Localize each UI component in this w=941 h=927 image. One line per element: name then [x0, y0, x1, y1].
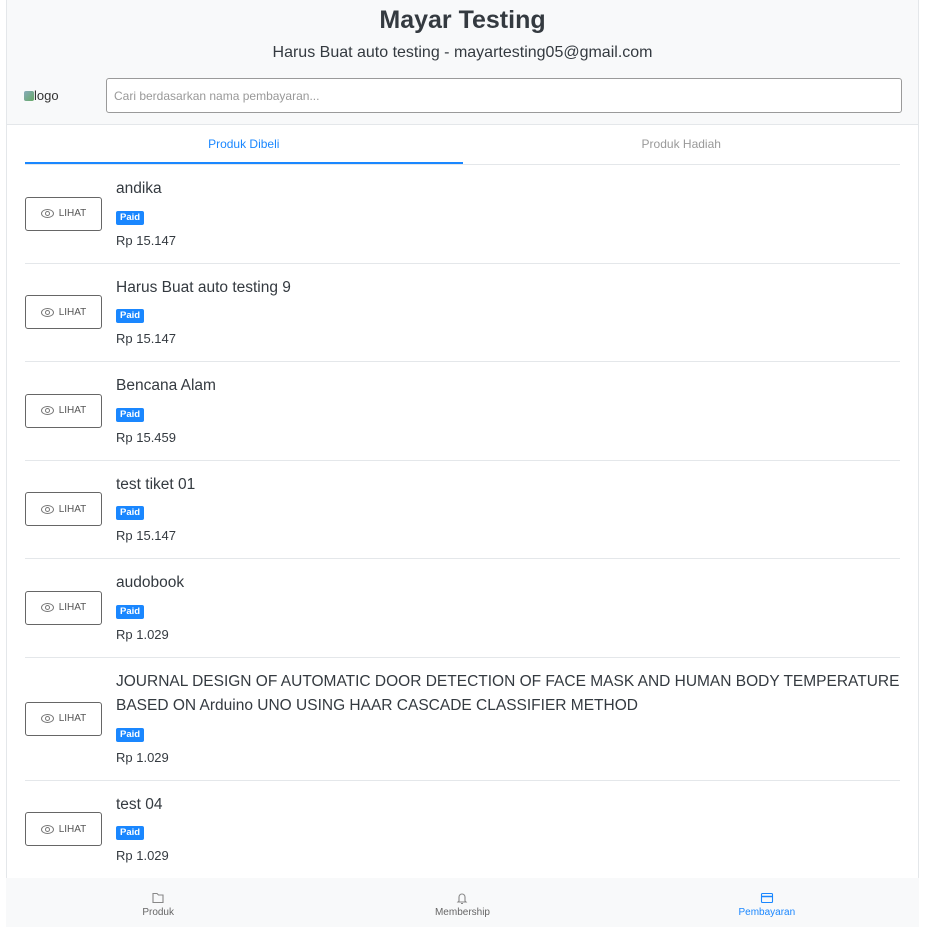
eye-icon — [40, 209, 54, 219]
item-info: test tiket 01 Paid Rp 15.147 — [116, 473, 195, 547]
list-item: LIHAT test tiket 01 Paid Rp 15.147 — [25, 461, 900, 559]
eye-icon — [40, 824, 54, 834]
item-info: test 04 Paid Rp 1.029 — [116, 793, 169, 867]
lihat-button[interactable]: LIHAT — [25, 701, 102, 736]
item-price: Rp 15.147 — [116, 232, 176, 248]
tabs: Produk Dibeli Produk Hadiah — [25, 125, 900, 165]
lihat-button[interactable]: LIHAT — [25, 196, 102, 231]
lihat-button[interactable]: LIHAT — [25, 393, 102, 428]
item-info: Bencana Alam Paid Rp 15.459 — [116, 374, 216, 448]
lihat-label: LIHAT — [58, 405, 87, 417]
logo: logo — [24, 88, 59, 103]
header: Mayar Testing Harus Buat auto testing - … — [7, 0, 918, 125]
eye-icon — [40, 406, 54, 416]
status-badge: Paid — [116, 604, 145, 619]
item-info: Harus Buat auto testing 9 Paid Rp 15.147 — [116, 276, 291, 350]
status-badge: Paid — [116, 826, 145, 840]
nav-membership[interactable]: Membership — [310, 878, 614, 927]
list-item: LIHAT audobook Paid Rp 1.029 — [25, 559, 900, 658]
eye-icon — [40, 307, 54, 317]
item-title: andika — [116, 180, 162, 197]
main-container: Mayar Testing Harus Buat auto testing - … — [6, 0, 919, 878]
credit-card-icon — [760, 892, 773, 904]
lihat-label: LIHAT — [58, 602, 87, 614]
broken-image-icon — [24, 90, 34, 101]
page-title: Mayar Testing — [379, 6, 546, 34]
nav-label: Produk — [142, 907, 174, 918]
status-badge: Paid — [116, 407, 145, 422]
item-title: Harus Buat auto testing 9 — [116, 278, 291, 296]
list-item: LIHAT andika Paid Rp 15.147 — [25, 165, 900, 264]
item-info: JOURNAL DESIGN OF AUTOMATIC DOOR DETECTI… — [116, 670, 900, 768]
lihat-button[interactable]: LIHAT — [25, 492, 102, 527]
item-title: JOURNAL DESIGN OF AUTOMATIC DOOR DETECTI… — [116, 672, 900, 715]
item-title: audobook — [116, 574, 185, 591]
tab-produk-hadiah[interactable]: Produk Hadiah — [463, 125, 901, 164]
lihat-label: LIHAT — [58, 208, 87, 220]
status-badge: Paid — [116, 309, 145, 323]
lihat-label: LIHAT — [58, 503, 87, 515]
item-title: Bencana Alam — [116, 377, 216, 394]
lihat-label: LIHAT — [58, 306, 87, 318]
item-info: andika Paid Rp 15.147 — [116, 177, 176, 251]
lihat-label: LIHAT — [58, 713, 87, 724]
status-badge: Paid — [116, 506, 145, 520]
bell-icon — [457, 893, 468, 905]
item-title: test 04 — [116, 795, 163, 813]
lihat-button[interactable]: LIHAT — [25, 295, 102, 330]
bottom-nav: Produk Membership Pembayaran — [6, 878, 919, 927]
nav-produk[interactable]: Produk — [6, 878, 310, 927]
lihat-button[interactable]: LIHAT — [25, 590, 102, 625]
list-item: LIHAT test 04 Paid Rp 1.029 — [25, 781, 900, 879]
item-price: Rp 1.029 — [116, 626, 169, 642]
lihat-label: LIHAT — [58, 823, 87, 835]
tab-produk-dibeli[interactable]: Produk Dibeli — [25, 125, 463, 164]
logo-alt-text: logo — [34, 88, 59, 103]
list-item: LIHAT Harus Buat auto testing 9 Paid Rp … — [25, 264, 900, 362]
folder-icon — [152, 892, 164, 904]
item-price: Rp 1.029 — [116, 848, 169, 863]
status-badge: Paid — [116, 727, 145, 742]
nav-pembayaran[interactable]: Pembayaran — [615, 878, 919, 927]
eye-icon — [40, 603, 54, 613]
lihat-button[interactable]: LIHAT — [25, 812, 102, 847]
item-title: test tiket 01 — [116, 475, 196, 493]
status-badge: Paid — [116, 210, 145, 225]
eye-icon — [40, 714, 54, 723]
list-item: LIHAT Bencana Alam Paid Rp 15.459 — [25, 362, 900, 461]
nav-label: Membership — [434, 907, 490, 918]
item-price: Rp 15.147 — [116, 331, 176, 346]
list-item: LIHAT JOURNAL DESIGN OF AUTOMATIC DOOR D… — [25, 658, 900, 781]
item-price: Rp 15.147 — [116, 528, 176, 543]
item-price: Rp 15.459 — [116, 429, 176, 445]
search-input[interactable] — [106, 78, 902, 113]
product-list: LIHAT andika Paid Rp 15.147 LIHAT Harus … — [25, 165, 900, 878]
page-subtitle: Harus Buat auto testing - mayartesting05… — [272, 44, 653, 61]
eye-icon — [40, 504, 54, 514]
nav-label: Pembayaran — [738, 907, 796, 918]
item-price: Rp 1.029 — [116, 749, 169, 765]
item-info: audobook Paid Rp 1.029 — [116, 571, 184, 645]
